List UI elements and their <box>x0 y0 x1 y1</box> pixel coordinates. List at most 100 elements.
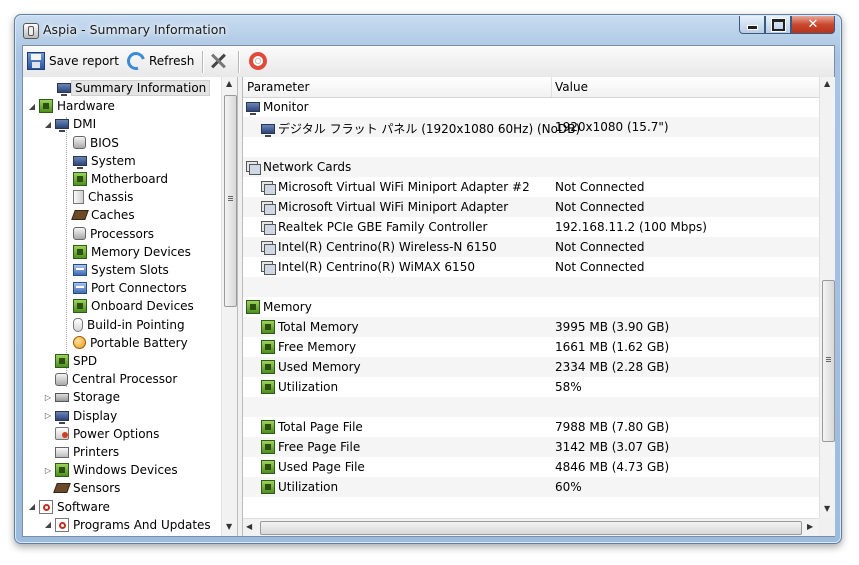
tree-item-processors[interactable]: Processors <box>61 225 154 243</box>
tree-item-label: Summary Information <box>71 80 211 96</box>
tree-vertical-scrollbar[interactable]: ▲ ▼ <box>221 77 237 536</box>
tree-item-storage[interactable]: ▷ Storage <box>43 388 120 406</box>
tree-item-label: DMI <box>73 117 97 132</box>
title-bar[interactable]: Aspia - Summary Information ✕ <box>15 15 841 45</box>
software-icon <box>39 499 53 514</box>
maximize-button[interactable] <box>765 16 791 34</box>
parameter-cell: Monitor <box>246 100 309 115</box>
scroll-down-arrow-icon[interactable]: ▼ <box>226 522 232 531</box>
close-button[interactable]: ✕ <box>791 16 835 34</box>
expand-toggle-icon[interactable]: ▷ <box>43 393 53 402</box>
tree-item-software[interactable]: ◢ Software <box>27 498 110 516</box>
column-header-value[interactable]: Value <box>555 80 588 94</box>
tree-item-label: Chassis <box>88 190 134 205</box>
tree-item-summary-information[interactable]: Summary Information <box>45 79 211 97</box>
list-row[interactable]: デジタル フラット パネル (1920x1080 60Hz) (NoDB) 192… <box>243 117 819 137</box>
list-row[interactable]: Microsoft Virtual WiFi Miniport Adapter … <box>243 177 819 197</box>
list-row[interactable] <box>243 397 819 417</box>
list-row[interactable] <box>243 277 819 297</box>
help-button[interactable] <box>249 50 267 72</box>
list-row[interactable]: Intel(R) Centrino(R) WiMAX 6150 Not Conne… <box>243 257 819 277</box>
list-horizontal-scrollbar[interactable]: ◀ ▶ <box>243 518 819 536</box>
tree-item-chassis[interactable]: Chassis <box>61 188 133 206</box>
list-row[interactable]: Total Page File 7988 MB (7.80 GB) <box>243 417 819 437</box>
scroll-up-arrow-icon[interactable]: ▲ <box>226 79 232 88</box>
tree-item-label: Memory Devices <box>91 244 191 259</box>
value-cell: Not Connected <box>555 200 645 214</box>
chip-icon <box>261 320 275 334</box>
details-list[interactable]: Parameter Value Monitor デジタル フラット パネル (19… <box>242 77 835 536</box>
scroll-left-arrow-icon[interactable]: ◀ <box>246 522 252 531</box>
tree-item-portable-battery[interactable]: Portable Battery <box>61 334 188 352</box>
list-row[interactable]: Total Memory 3995 MB (3.90 GB) <box>243 317 819 337</box>
tree-item-system-slots[interactable]: System Slots <box>61 261 169 279</box>
tree-item-bios[interactable]: BIOS <box>61 134 119 152</box>
list-row[interactable]: Intel(R) Centrino(R) Wireless-N 6150 Not … <box>243 237 819 257</box>
help-lifebuoy-icon <box>249 52 267 70</box>
tree-item-hardware[interactable]: ◢ Hardware <box>27 97 115 115</box>
tree-item-build-in-pointing[interactable]: Build-in Pointing <box>61 316 185 334</box>
refresh-button[interactable]: Refresh <box>123 48 194 74</box>
mouse-icon <box>73 317 83 332</box>
column-header-parameter[interactable]: Parameter <box>247 80 309 94</box>
list-hscroll-thumb[interactable] <box>260 521 802 535</box>
list-scroll-thumb[interactable] <box>822 280 835 442</box>
parameter-cell: Free Memory <box>261 340 356 354</box>
tree-item-caches[interactable]: Caches <box>61 206 135 224</box>
parameter-cell: Total Page File <box>261 420 363 434</box>
tree-item-label: BIOS <box>90 135 119 150</box>
minimize-button[interactable] <box>739 16 765 34</box>
tree-item-dmi[interactable]: ◢ DMI <box>43 115 96 133</box>
list-row[interactable] <box>243 137 819 157</box>
scroll-right-arrow-icon[interactable]: ▶ <box>807 522 813 531</box>
expand-toggle-icon[interactable]: ◢ <box>43 520 53 529</box>
list-row[interactable]: Free Page File 3142 MB (3.07 GB) <box>243 437 819 457</box>
tree-item-motherboard[interactable]: Motherboard <box>61 170 168 188</box>
category-tree[interactable]: ▲ ▼ Summary Information ◢ Hardware ◢ DMI BIOS… <box>23 77 238 536</box>
list-vertical-scrollbar[interactable]: ▲ ▼ <box>819 77 835 518</box>
column-separator[interactable] <box>551 77 552 97</box>
tree-item-port-connectors[interactable]: Port Connectors <box>61 279 187 297</box>
drive-icon <box>55 392 69 402</box>
list-row[interactable]: Realtek PCIe GBE Family Controller 192.16… <box>243 217 819 237</box>
scroll-down-arrow-icon[interactable]: ▼ <box>824 504 830 513</box>
gray-device-icon <box>55 372 68 386</box>
tree-scroll-thumb[interactable] <box>224 95 237 307</box>
expand-toggle-icon[interactable]: ▷ <box>43 411 53 420</box>
tree-item-memory-devices[interactable]: Memory Devices <box>61 243 191 261</box>
list-row[interactable]: Used Memory 2334 MB (2.28 GB) <box>243 357 819 377</box>
parameter-cell: Used Memory <box>261 360 361 374</box>
list-row[interactable]: Utilization 58% <box>243 377 819 397</box>
tree-item-display[interactable]: ▷ Display <box>43 407 117 425</box>
scroll-up-arrow-icon[interactable]: ▲ <box>824 79 830 88</box>
parameter-text: Network Cards <box>263 160 352 174</box>
list-group-row[interactable]: Monitor <box>243 97 819 117</box>
list-row[interactable]: Free Memory 1661 MB (1.62 GB) <box>243 337 819 357</box>
gray-device-icon <box>73 136 86 150</box>
tree-item-onboard-devices[interactable]: Onboard Devices <box>61 297 194 315</box>
chip-icon <box>261 360 275 374</box>
tree-item-system[interactable]: System <box>61 152 136 170</box>
client-area: Save report Refresh ▲ ▼ Summary Informat… <box>22 45 835 537</box>
expand-toggle-icon[interactable]: ◢ <box>27 102 37 111</box>
save-report-button[interactable]: Save report <box>27 50 119 72</box>
settings-button[interactable] <box>209 50 227 72</box>
expand-toggle-icon[interactable]: ◢ <box>43 120 53 129</box>
tree-item-sensors[interactable]: Sensors <box>43 479 120 497</box>
expand-toggle-icon[interactable]: ▷ <box>43 466 53 475</box>
list-row[interactable]: Used Page File 4846 MB (4.73 GB) <box>243 457 819 477</box>
tree-item-programs-and-updates[interactable]: ◢ Programs And Updates <box>43 516 211 534</box>
chip-icon <box>261 420 275 434</box>
tree-item-central-processor[interactable]: Central Processor <box>43 370 177 388</box>
tree-item-spd[interactable]: SPD <box>43 352 97 370</box>
network-icon <box>261 260 276 275</box>
list-group-row[interactable]: Memory <box>243 297 819 317</box>
tree-item-power-options[interactable]: Power Options <box>43 425 159 443</box>
list-group-row[interactable]: Network Cards <box>243 157 819 177</box>
expand-toggle-icon[interactable]: ◢ <box>27 502 37 511</box>
tree-item-windows-devices[interactable]: ▷ Windows Devices <box>43 461 178 479</box>
parameter-cell: Utilization <box>261 380 338 394</box>
tree-item-printers[interactable]: Printers <box>43 443 119 461</box>
list-row[interactable]: Utilization 60% <box>243 477 819 497</box>
list-row[interactable]: Microsoft Virtual WiFi Miniport Adapter N… <box>243 197 819 217</box>
